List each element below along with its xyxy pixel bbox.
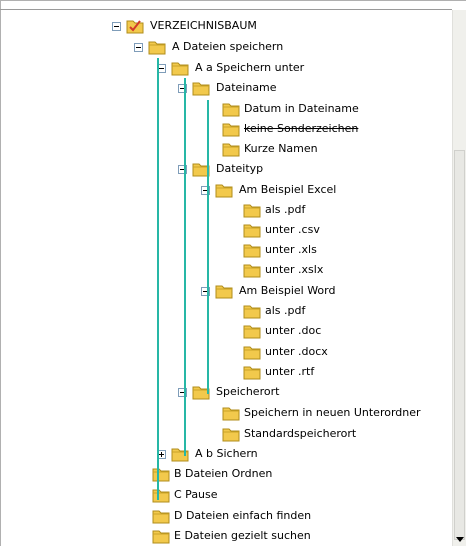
folder-icon <box>222 426 240 442</box>
connector-line-a <box>157 58 159 500</box>
folder-icon <box>243 242 261 258</box>
tree-label: unter .xls <box>265 243 317 256</box>
folder-icon <box>222 405 240 421</box>
tree-label: VERZEICHNISBAUM <box>150 19 257 32</box>
tree-label: als .pdf <box>265 304 306 317</box>
tree-label: B Dateien Ordnen <box>174 467 273 480</box>
folder-icon <box>215 283 233 299</box>
folder-icon <box>152 528 170 544</box>
tree-label: als .pdf <box>265 203 306 216</box>
tree-label: unter .docx <box>265 345 328 358</box>
scroll-down-arrow-icon[interactable] <box>456 537 464 542</box>
folder-icon <box>148 39 166 55</box>
tree-label: Speichern in neuen Unterordner <box>244 406 421 419</box>
tree-label: Dateiname <box>216 81 277 94</box>
tree-label: A a Speichern unter <box>195 61 305 74</box>
folder-icon <box>243 344 261 360</box>
checked-folder-icon <box>126 20 144 34</box>
folder-icon <box>243 303 261 319</box>
tree-label: unter .csv <box>265 223 320 236</box>
tree-label: A b Sichern <box>195 447 258 460</box>
folder-icon <box>243 262 261 278</box>
top-divider <box>0 9 452 10</box>
folder-icon <box>243 364 261 380</box>
tree-label: Standardspeicherort <box>244 427 357 440</box>
tree-label: E Dateien gezielt suchen <box>174 529 311 542</box>
folder-icon <box>152 466 170 482</box>
connector-line-dateiname <box>207 100 209 394</box>
collapse-toggle[interactable] <box>112 22 121 31</box>
scrollbar-thumb[interactable] <box>454 150 465 540</box>
collapse-toggle[interactable] <box>134 43 143 52</box>
connector-line-aa <box>184 78 186 456</box>
tree-label: unter .xslx <box>265 263 324 276</box>
tree-label: A Dateien speichern <box>172 40 284 53</box>
folder-icon <box>243 323 261 339</box>
tree-label: keine Sonderzeichen <box>244 122 359 135</box>
folder-icon <box>215 182 233 198</box>
tree-label: Datum in Dateiname <box>244 102 359 115</box>
folder-icon <box>152 487 170 503</box>
folder-icon <box>243 222 261 238</box>
tree-label: Kurze Namen <box>244 142 318 155</box>
folder-icon <box>222 121 240 137</box>
tree-label: Dateityp <box>216 162 264 175</box>
tree-label: Am Beispiel Word <box>239 284 336 297</box>
folder-icon <box>222 101 240 117</box>
folder-icon <box>222 141 240 157</box>
tree-label: Am Beispiel Excel <box>239 183 337 196</box>
vertical-scrollbar[interactable] <box>452 10 466 546</box>
folder-icon <box>243 202 261 218</box>
tree-label: D Dateien einfach finden <box>174 509 312 522</box>
folder-icon <box>192 80 210 96</box>
folder-icon <box>171 446 189 462</box>
tree-label: unter .rtf <box>265 365 315 378</box>
folder-icon <box>152 508 170 524</box>
tree-label: Speicherort <box>216 385 280 398</box>
tree-label: unter .doc <box>265 324 322 337</box>
folder-icon <box>171 60 189 76</box>
tree-label: C Pause <box>174 488 218 501</box>
